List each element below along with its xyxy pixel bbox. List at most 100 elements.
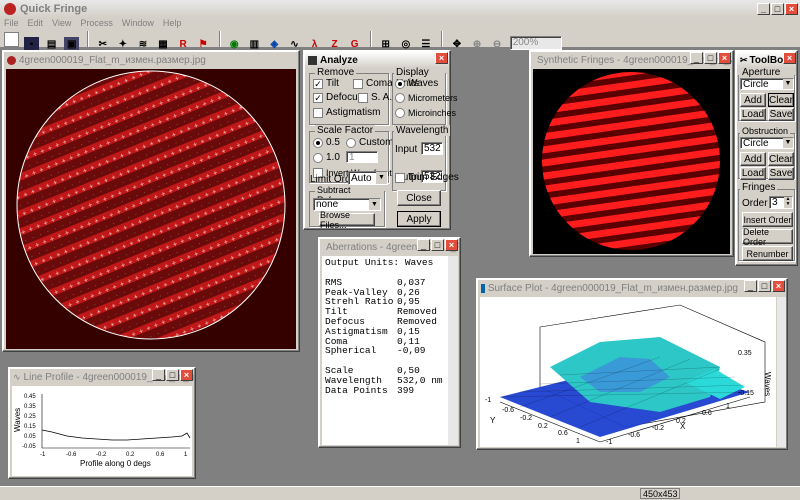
fringe-image-window: 4green000019_Flat_m_измен.размер.jpg + · [2, 50, 300, 352]
zoom-select[interactable]: 200% [509, 35, 562, 50]
surface-xtick: 0.6 [702, 410, 712, 417]
spinner-arrows-icon[interactable]: ▲ ▼ [784, 197, 792, 208]
aperture-clear-button[interactable]: Clear [768, 93, 794, 107]
aberration-value: 399 [397, 384, 415, 396]
surface-window-icon [481, 283, 485, 293]
sa-checkbox[interactable]: S. A. [358, 92, 392, 103]
menu-process[interactable]: Process [80, 18, 113, 30]
app-titlebar: Quick Fringe _ □ × [0, 0, 800, 18]
menu-view[interactable]: View [52, 18, 71, 30]
limit-order-select[interactable]: Auto ▼ [348, 171, 388, 185]
defocus-checkbox[interactable]: ✓ Defocus [313, 92, 363, 103]
maximize-icon[interactable]: □ [704, 52, 717, 64]
aperture-load-button[interactable]: Load [740, 108, 766, 121]
menu-window[interactable]: Window [122, 18, 154, 30]
astigmatism-checkbox[interactable]: Astigmatism [313, 107, 380, 118]
insert-order-button[interactable]: Insert Order [742, 212, 793, 227]
aperture-add-button[interactable]: Add [740, 93, 766, 107]
profile-ytick: 0.35 [24, 404, 36, 410]
aberration-name: Spherical [325, 345, 377, 357]
scale-custom-label: Custom [359, 137, 394, 148]
aperture-select[interactable]: Circle ▼ [740, 78, 794, 90]
obstruction-load-button[interactable]: Load [740, 167, 766, 180]
aperture-save-button[interactable]: Save [768, 108, 794, 121]
scale-10-radio[interactable]: 1.0 [313, 152, 340, 163]
close-icon[interactable]: × [180, 369, 193, 381]
menu-edit[interactable]: Edit [28, 18, 44, 30]
surface-ytick: 0.6 [558, 430, 568, 437]
surface-titlebar: Surface Plot - 4green000019_Flat_m_измен… [478, 280, 786, 296]
aberrations-scrollbar[interactable] [448, 256, 458, 445]
micrometers-radio[interactable]: Micrometers [395, 93, 458, 103]
fringe-image[interactable]: + · [6, 69, 296, 349]
custom-scale-input[interactable]: 1 [346, 151, 378, 163]
pan-icon[interactable]: ✥ [450, 37, 465, 52]
surface-plot-window: Surface Plot - 4green000019_Flat_m_измен… [476, 278, 788, 450]
analyze-dialog: Analyze × Remove ✓ Tilt Coma ✓ Defocus S. … [303, 50, 459, 230]
chevron-down-icon[interactable]: ▼ [783, 79, 793, 89]
waves-radio[interactable]: Waves [395, 78, 438, 89]
surface-xtick: -1 [606, 439, 612, 446]
limit-order-value: Auto [351, 172, 372, 184]
analyze-close-icon[interactable]: × [435, 52, 448, 64]
coma-checkbox[interactable]: Coma [353, 78, 393, 89]
surface-ytick: -0.2 [520, 415, 532, 422]
scale-custom-radio[interactable]: Custom [346, 137, 393, 148]
toolbox-icon: ✂ [740, 54, 748, 65]
surface-xtick: -0.6 [628, 432, 640, 439]
close-button[interactable]: Close [397, 190, 441, 206]
close-icon[interactable]: × [785, 3, 798, 15]
new-file-icon[interactable] [4, 32, 19, 47]
zoom-in-icon[interactable]: ⊕ [470, 37, 485, 52]
toolbox-titlebar: ✂ ToolBox × [737, 52, 796, 68]
toolbox-close-icon[interactable]: × [783, 52, 796, 64]
surface-ztick: 0.35 [738, 350, 752, 357]
close-icon[interactable]: × [445, 239, 458, 251]
menu-file[interactable]: File [4, 18, 19, 30]
analyze-titlebar: Analyze × [305, 52, 449, 68]
line-profile-plot[interactable]: 0.45 0.35 0.25 0.15 0.05 -0.05 Waves -1 … [12, 386, 192, 476]
close-icon[interactable]: × [772, 280, 785, 292]
surface-plot-area[interactable]: -1 -0.6 -0.2 0.2 0.6 1 Y -1 -0.6 -0.2 0.… [480, 297, 776, 447]
obstruction-add-button[interactable]: Add [740, 152, 766, 166]
obstruction-save-button[interactable]: Save [768, 167, 794, 180]
surface-scrollbar[interactable] [777, 297, 786, 447]
menu-help[interactable]: Help [163, 18, 182, 30]
aberration-value: -0,09 [397, 345, 426, 357]
chevron-down-icon[interactable]: ▼ [369, 199, 380, 210]
trim-edges-checkbox[interactable]: Trim Edges [395, 172, 459, 183]
apply-button[interactable]: Apply [397, 211, 441, 227]
order-value: 3 [772, 197, 778, 208]
chevron-down-icon[interactable]: ▼ [783, 138, 793, 148]
maximize-icon[interactable]: □ [771, 3, 784, 15]
close-icon[interactable]: × [718, 52, 731, 64]
waves-label: Waves [408, 78, 439, 89]
order-spinner[interactable]: 3 ▲ ▼ [769, 196, 793, 209]
obstruction-clear-button[interactable]: Clear [768, 152, 794, 166]
maximize-icon[interactable]: □ [758, 280, 771, 292]
minimize-icon[interactable]: _ [744, 280, 757, 292]
scale-05-radio[interactable]: 0.5 [313, 137, 340, 148]
browse-files-button[interactable]: Browse Files... [319, 210, 375, 230]
obstruction-select[interactable]: Circle ▼ [740, 137, 794, 149]
minimize-icon[interactable]: _ [757, 3, 770, 15]
zoom-out-icon[interactable]: ⊖ [490, 37, 505, 52]
sa-label: S. A. [371, 92, 393, 103]
minimize-icon[interactable]: _ [152, 369, 165, 381]
chevron-down-icon[interactable]: ▼ [376, 172, 387, 184]
aberrations-window: Aberrations - 4green000019_Flat_m_измен.… [318, 237, 461, 448]
scale-05-label: 0.5 [326, 137, 340, 148]
aperture-label: Aperture [740, 67, 783, 78]
maximize-icon[interactable]: □ [431, 239, 444, 251]
microinches-radio[interactable]: Microinches [395, 108, 456, 118]
menu-bar: File Edit View Process Window Help [0, 18, 800, 30]
renumber-button[interactable]: Renumber [742, 246, 793, 261]
aberration-name: Data Points [325, 384, 388, 396]
tilt-checkbox[interactable]: ✓ Tilt [313, 78, 339, 89]
minimize-icon[interactable]: _ [690, 52, 703, 64]
delete-order-button[interactable]: Delete Order [742, 227, 793, 247]
surface-ztick: -0.15 [738, 390, 754, 397]
wavelength-input[interactable]: 532 [421, 142, 443, 155]
minimize-icon[interactable]: _ [417, 239, 430, 251]
maximize-icon[interactable]: □ [166, 369, 179, 381]
